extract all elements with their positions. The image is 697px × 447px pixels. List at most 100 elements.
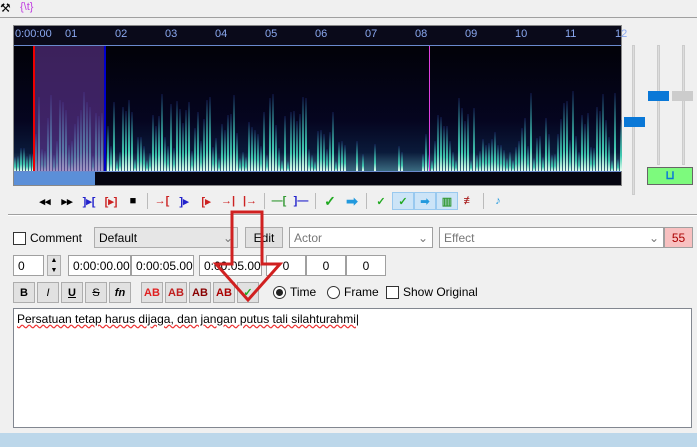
spectrum-column — [107, 126, 109, 171]
end-time-input[interactable]: 0:00:05.00 — [131, 255, 194, 276]
audio-display[interactable]: 0:00:00 01 02 03 04 05 06 07 08 09 10 11 12 — [13, 25, 622, 186]
spectrum-column — [362, 154, 364, 171]
goto-icon[interactable]: ➡ — [341, 192, 363, 210]
play-first-icon[interactable]: ]▸ — [173, 192, 195, 210]
spectrum-column — [122, 107, 124, 171]
spectrum-column — [275, 125, 277, 171]
spectrum-column — [344, 145, 346, 171]
stop-icon[interactable]: ■ — [122, 192, 144, 210]
spectrum-column — [422, 154, 424, 171]
spectrum-column — [563, 103, 565, 171]
spectrum-column — [17, 156, 19, 171]
spectrum-column — [530, 93, 532, 171]
prev-line-icon[interactable]: ◂◂ — [34, 192, 56, 210]
karaoke-icon[interactable]: ≢ — [458, 192, 480, 210]
selection-region[interactable] — [33, 46, 106, 171]
margin-vertical-input[interactable]: 0 — [346, 255, 386, 276]
spectrum-column — [173, 148, 175, 171]
font-button[interactable]: fn — [109, 282, 131, 303]
start-time-input[interactable]: 0:00:00.00 — [68, 255, 131, 276]
spectrum-column — [224, 130, 226, 171]
link-toggle-button[interactable]: ⊔ — [647, 167, 693, 185]
play-selection-icon[interactable]: ]▸[ — [78, 192, 100, 210]
show-original-checkbox[interactable]: Show Original — [386, 285, 478, 299]
spectrum-column — [254, 130, 256, 171]
zoom-slider-thumb[interactable] — [624, 117, 645, 127]
spectrum-column — [161, 94, 163, 171]
bottom-grid-strip — [0, 433, 697, 447]
spectrum-column — [470, 160, 472, 171]
margin-right-input[interactable]: 0 — [306, 255, 346, 276]
spectrum-column — [512, 160, 514, 171]
effect-combo[interactable]: Effect ⌄ — [439, 227, 664, 248]
strikeout-button[interactable]: S — [85, 282, 107, 303]
layer-input[interactable]: 0 — [13, 255, 44, 276]
playback-cursor — [429, 46, 430, 171]
checkbox[interactable] — [13, 232, 26, 245]
divider — [8, 214, 697, 216]
ruler-tick-label: 10 — [515, 28, 527, 40]
vertical-zoom-thumb[interactable] — [672, 91, 693, 101]
spectrum-column — [26, 156, 28, 171]
scroll-thumb[interactable] — [14, 172, 95, 185]
frame-radio[interactable]: Frame — [327, 285, 379, 299]
lead-out-icon[interactable]: ]— — [290, 192, 312, 210]
volume-slider-thumb[interactable] — [648, 91, 669, 101]
play-line-icon[interactable]: [▸] — [100, 192, 122, 210]
comment-checkbox[interactable]: Comment — [13, 231, 82, 245]
spectrum-column — [500, 145, 502, 171]
actor-combo[interactable]: Actor ⌄ — [289, 227, 433, 248]
primary-color-button[interactable]: AB — [141, 282, 163, 303]
underline-button[interactable]: U — [61, 282, 83, 303]
spectrum-column — [479, 151, 481, 171]
spectrum-column — [14, 157, 16, 171]
ruler-tick-label: 0:00:00 — [15, 28, 52, 40]
next-line-icon[interactable]: ▸▸ — [56, 192, 78, 210]
spectrum-column — [281, 160, 283, 171]
next-after-commit-icon[interactable]: ✓ — [392, 192, 414, 210]
italic-button[interactable]: I — [37, 282, 59, 303]
spectrum-column — [590, 147, 592, 171]
spectrum-column — [242, 152, 244, 171]
spectrum-column — [545, 118, 547, 171]
karaoke-mode-icon[interactable]: ♪ — [487, 192, 509, 210]
spectrum-column — [128, 100, 130, 171]
spectrum-mode-icon[interactable]: ▥ — [436, 192, 458, 210]
secondary-color-button[interactable]: AB — [165, 282, 187, 303]
layer-spinner[interactable]: ▲ ▼ — [47, 255, 61, 276]
spectrum-column — [341, 141, 343, 171]
audio-scrollbar[interactable] — [14, 171, 621, 185]
subtitle-text-editor[interactable]: Persatuan tetap harus dijaga, dan jangan… — [13, 308, 692, 428]
spectrum-column — [338, 142, 340, 171]
tool-icon[interactable]: ⚒ — [0, 1, 11, 15]
spectrum-column — [449, 141, 451, 171]
spectrum-column — [140, 137, 142, 171]
spectrum-column — [263, 112, 265, 171]
spectrum-column — [134, 159, 136, 171]
bold-button[interactable]: B — [13, 282, 35, 303]
spectrum-column — [527, 146, 529, 171]
ruler-tick-label: 09 — [465, 28, 477, 40]
spectrum-column — [164, 137, 166, 171]
spectrum-column — [614, 93, 616, 171]
commit-icon[interactable]: ✓ — [319, 192, 341, 210]
spectrum-column — [506, 158, 508, 171]
spectrum-column — [401, 152, 403, 171]
spectrum-column — [332, 112, 334, 171]
play-before-icon[interactable]: →[ — [151, 192, 173, 210]
transform-tag-button[interactable]: {\t} — [20, 1, 33, 13]
auto-commit-icon[interactable]: ✓ — [370, 192, 392, 210]
spectrum-column — [284, 116, 286, 171]
vertical-zoom-slider[interactable] — [682, 45, 685, 165]
spectrum-column — [461, 108, 463, 171]
red-arrow-annotation — [210, 208, 290, 308]
volume-slider[interactable] — [657, 45, 660, 165]
outline-color-button[interactable]: AB — [189, 282, 211, 303]
auto-scroll-icon[interactable]: ➡ — [414, 192, 436, 210]
spectrum-column — [272, 94, 274, 171]
ruler-tick-label: 02 — [115, 28, 127, 40]
spectrum-column — [599, 111, 601, 171]
spectrum-column — [110, 146, 112, 171]
spectrum-column — [539, 136, 541, 171]
spectrum-column — [185, 110, 187, 171]
